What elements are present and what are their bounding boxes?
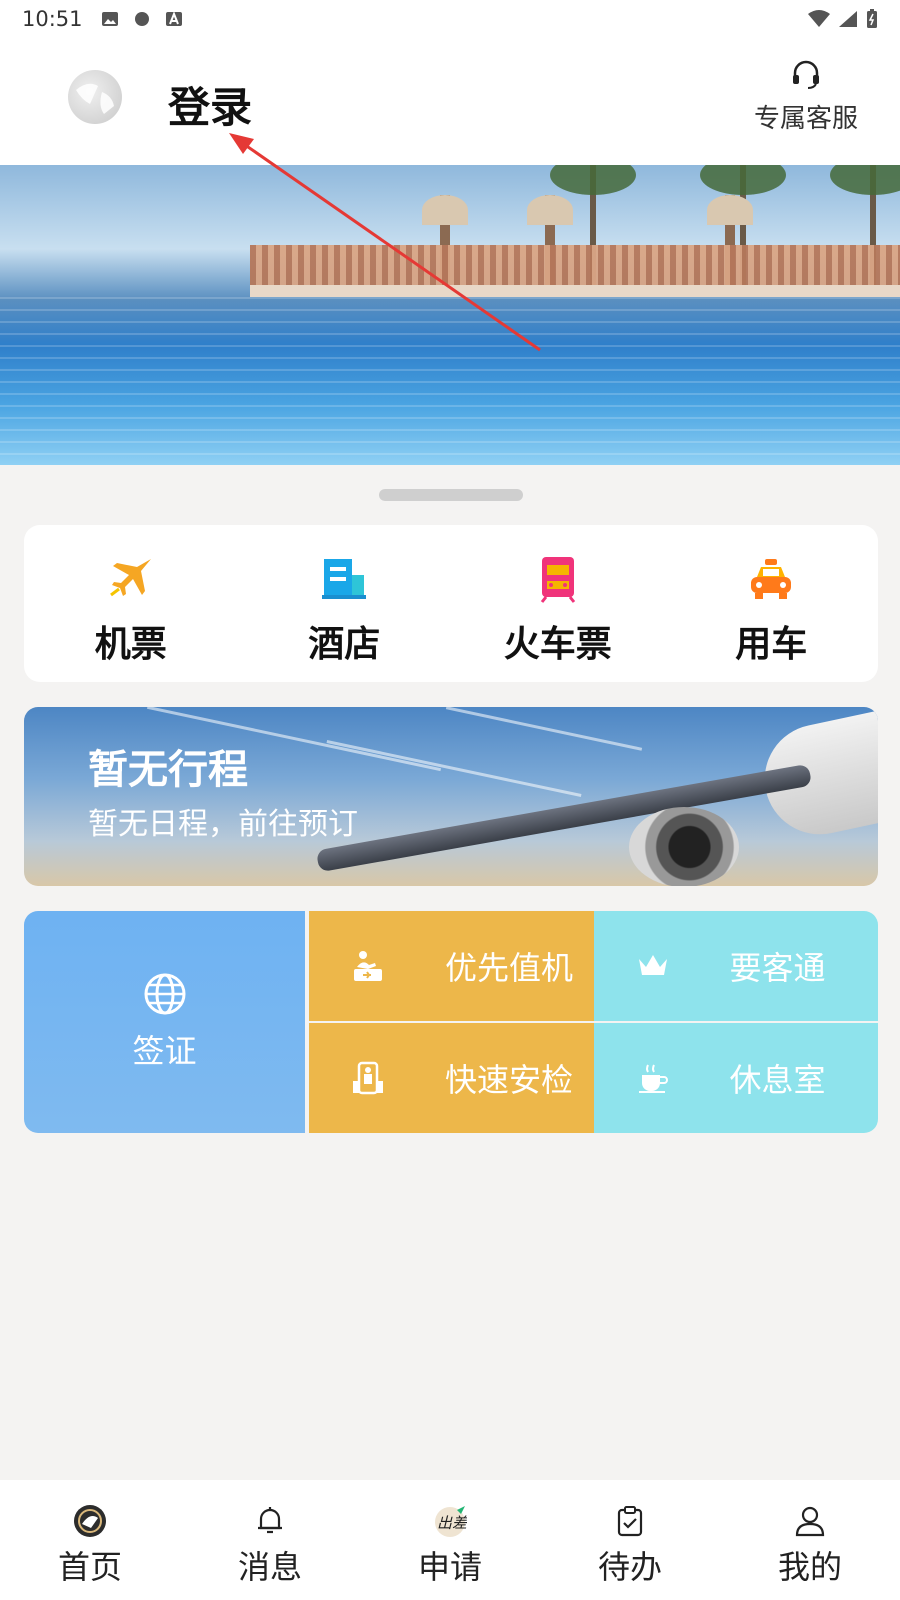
user-icon [795,1506,825,1537]
train-icon [540,557,575,603]
nav-home-label: 首页 [57,1548,122,1586]
status-time: 10:51 [22,7,83,31]
wifi-icon [808,10,830,27]
headset-icon [793,60,819,89]
trip-title: 暂无行程 [88,747,248,793]
priority-checkin-label: 优先值机 [445,949,574,987]
resort-banner[interactable] [0,165,900,465]
nav-messages[interactable]: 消息 [180,1480,360,1600]
drag-handle[interactable] [379,489,523,501]
customer-service-button[interactable]: 专属客服 [746,58,866,135]
fast-security-button[interactable]: 快速安检 [309,1023,594,1133]
service-hotel[interactable]: 酒店 [238,525,452,682]
nav-profile[interactable]: 我的 [720,1480,900,1600]
a-notification-icon [165,11,182,26]
pool-deck [250,245,900,287]
apply-icon: 出差 [435,1506,467,1537]
circle-notification-icon [134,12,149,26]
coffee-icon [638,1064,668,1093]
checkin-icon [354,951,382,981]
trip-subtitle[interactable]: 暂无日程，前往预订 [88,799,358,843]
nav-todo-label: 待办 [597,1548,662,1586]
lounge-button[interactable]: 休息室 [593,1023,878,1133]
priority-checkin-button[interactable]: 优先值机 [309,911,594,1021]
status-bar: 10:51 [0,0,900,38]
airplane-wing [315,763,813,873]
extras-panel: 签证 优先值机 要客通 快速安检 休息室 [24,911,878,1133]
login-button[interactable]: 登录 [168,74,252,135]
service-car[interactable]: 用车 [665,525,879,682]
bottom-nav: 首页 消息 出差 申请 待办 我的 [0,1480,900,1600]
crown-icon [638,955,667,975]
nav-apply-label: 申请 [417,1548,482,1586]
trip-card[interactable]: 暂无行程 暂无日程，前往预订 [24,707,878,886]
lounge-label: 休息室 [729,1061,826,1099]
extras-grid: 优先值机 要客通 快速安检 休息室 [309,911,878,1133]
customer-service-label: 专属客服 [753,104,858,134]
nav-messages-label: 消息 [237,1548,302,1586]
service-hotel-label: 酒店 [308,624,381,665]
service-train[interactable]: 火车票 [451,525,665,682]
vip-service-label: 要客通 [729,949,826,987]
avatar-placeholder-icon[interactable] [68,70,122,124]
service-flight-label: 机票 [94,624,167,665]
battery-icon [867,9,877,28]
fast-security-label: 快速安检 [445,1061,574,1099]
globe-icon [144,973,185,1015]
signal-icon [839,11,857,27]
image-notification-icon [101,12,118,26]
nav-apply[interactable]: 出差 申请 [360,1480,540,1600]
airplane-icon [109,559,151,597]
svg-text:出差: 出差 [437,1514,467,1532]
visa-button[interactable]: 签证 [24,911,305,1133]
nav-profile-label: 我的 [777,1548,842,1586]
visa-label: 签证 [132,1032,197,1070]
bell-icon [258,1507,282,1534]
service-flight[interactable]: 机票 [24,525,238,682]
nav-todo[interactable]: 待办 [540,1480,720,1600]
header: 登录 专属客服 [0,38,900,165]
vip-service-button[interactable]: 要客通 [593,911,878,1021]
service-train-label: 火车票 [503,624,612,665]
hotel-icon [322,559,367,599]
clipboard-check-icon [617,1506,643,1537]
home-logo-icon [74,1505,106,1537]
services-card: 机票 酒店 火车票 用车 [24,525,878,682]
contrail-decoration [326,740,582,797]
service-car-label: 用车 [735,624,808,665]
security-icon [353,1061,383,1095]
airplane-engine [629,807,739,886]
car-icon [751,559,792,599]
contrail-decoration [445,707,643,751]
pool-water [0,295,900,465]
nav-home[interactable]: 首页 [0,1480,180,1600]
